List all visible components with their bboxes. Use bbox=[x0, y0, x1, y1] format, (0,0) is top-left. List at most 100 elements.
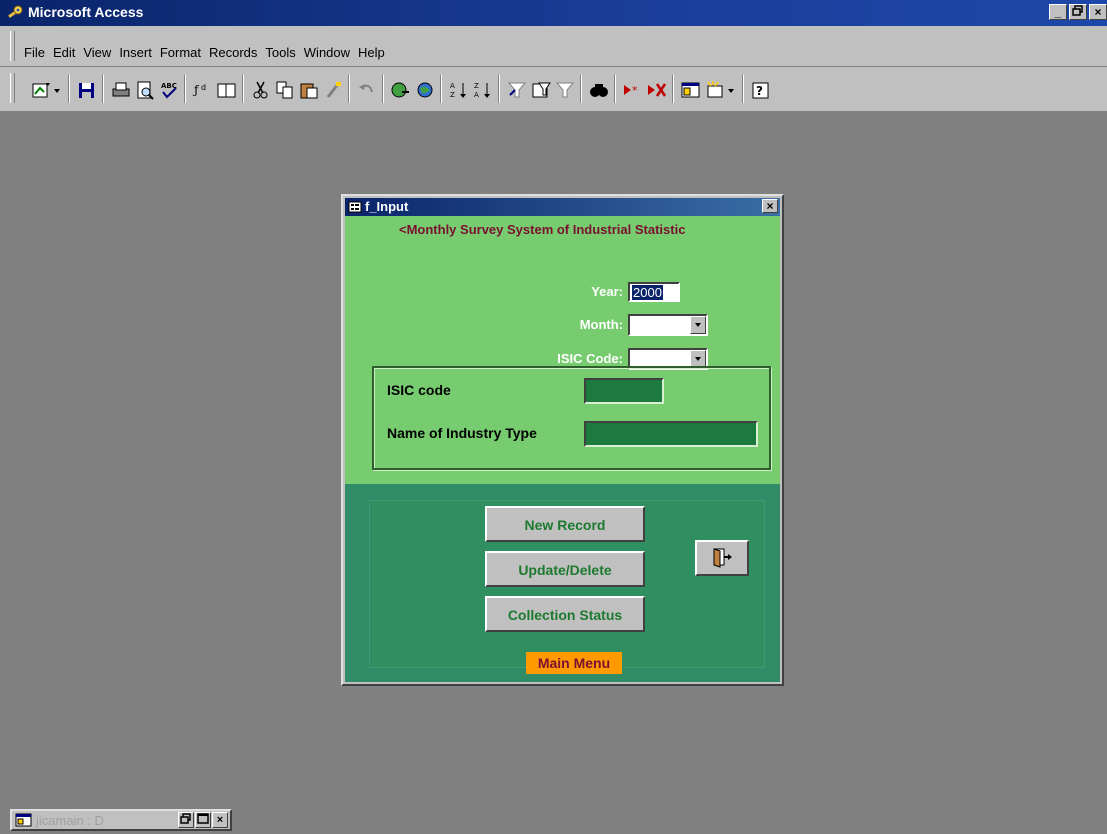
toolbar-separator bbox=[672, 75, 674, 103]
close-button[interactable]: × bbox=[1089, 4, 1107, 20]
chevron-down-icon[interactable] bbox=[690, 316, 706, 334]
undo-icon[interactable] bbox=[356, 80, 378, 100]
restore-icon bbox=[180, 813, 191, 824]
chevron-down-icon[interactable] bbox=[726, 80, 736, 100]
find-icon[interactable] bbox=[588, 80, 610, 100]
exit-door-icon bbox=[713, 548, 732, 568]
copy-icon[interactable] bbox=[274, 80, 296, 100]
menu-edit[interactable]: Edit bbox=[49, 45, 79, 60]
isic-code-label: ISIC Code: bbox=[557, 351, 623, 366]
svg-text:Z: Z bbox=[474, 82, 479, 90]
menu-records[interactable]: Records bbox=[205, 45, 261, 60]
spelling-icon[interactable]: ABC bbox=[158, 80, 180, 100]
sort-ascending-icon[interactable]: AZ bbox=[448, 80, 470, 100]
menu-view[interactable]: View bbox=[79, 45, 115, 60]
access-key-icon bbox=[8, 5, 23, 18]
help-icon[interactable]: ? bbox=[750, 80, 772, 100]
toolbar: ABC ƒd AZ ZA * ? bbox=[0, 67, 1107, 112]
menu-insert[interactable]: Insert bbox=[115, 45, 156, 60]
menu-window[interactable]: Window bbox=[300, 45, 354, 60]
design-view-icon[interactable] bbox=[30, 80, 52, 100]
maximize-icon bbox=[197, 813, 209, 824]
insert-hyperlink-icon[interactable] bbox=[390, 80, 412, 100]
menu-tools[interactable]: Tools bbox=[261, 45, 299, 60]
collection-status-button[interactable]: Collection Status bbox=[485, 596, 645, 632]
apply-filter-icon[interactable] bbox=[554, 80, 576, 100]
chevron-down-icon[interactable] bbox=[52, 80, 62, 100]
main-menu-label[interactable]: Main Menu bbox=[526, 652, 622, 674]
web-toolbar-icon[interactable] bbox=[414, 80, 436, 100]
toolbar-grip[interactable] bbox=[10, 73, 15, 103]
paste-icon[interactable] bbox=[298, 80, 320, 100]
form-icon bbox=[348, 201, 362, 213]
menu-file[interactable]: File bbox=[20, 45, 49, 60]
close-button[interactable]: × bbox=[212, 812, 228, 828]
toolbar-separator bbox=[742, 75, 744, 103]
year-label: Year: bbox=[591, 284, 623, 299]
month-combo[interactable] bbox=[628, 314, 708, 336]
toolbar-separator bbox=[614, 75, 616, 103]
form-title: f_Input bbox=[365, 199, 409, 214]
app-title-bar: Microsoft Access _ × bbox=[0, 0, 1107, 26]
toolbar-separator bbox=[440, 75, 442, 103]
menu-bar: File Edit View Insert Format Records Too… bbox=[0, 26, 1107, 67]
toolbar-separator bbox=[382, 75, 384, 103]
minimized-window-title: jicamain : D bbox=[36, 813, 104, 828]
restore-button[interactable] bbox=[178, 812, 194, 828]
svg-text:d: d bbox=[201, 83, 206, 92]
app-title: Microsoft Access bbox=[28, 4, 144, 20]
minimized-database-window[interactable]: jicamain : D × bbox=[10, 809, 232, 831]
save-icon[interactable] bbox=[76, 80, 98, 100]
cut-icon[interactable] bbox=[250, 80, 272, 100]
toolbar-separator bbox=[580, 75, 582, 103]
toolbar-separator bbox=[242, 75, 244, 103]
svg-text:A: A bbox=[474, 91, 479, 99]
svg-text:?: ? bbox=[756, 84, 763, 98]
new-record-button[interactable]: New Record bbox=[485, 506, 645, 542]
month-label: Month: bbox=[579, 317, 623, 332]
restore-button[interactable] bbox=[1069, 4, 1087, 20]
toolbar-separator bbox=[184, 75, 186, 103]
form-title-bar[interactable]: f_Input × bbox=[345, 198, 780, 216]
svg-text:Z: Z bbox=[450, 91, 455, 99]
database-icon bbox=[15, 813, 32, 827]
print-icon[interactable] bbox=[110, 80, 132, 100]
update-delete-button[interactable]: Update/Delete bbox=[485, 551, 645, 587]
minimize-button[interactable]: _ bbox=[1049, 4, 1067, 20]
svg-text:A: A bbox=[450, 82, 455, 90]
new-record-icon[interactable]: * bbox=[622, 80, 644, 100]
form-detail-section: <Monthly Survey System of Industrial Sta… bbox=[345, 216, 780, 484]
format-painter-icon[interactable] bbox=[322, 80, 344, 100]
year-value: 2000 bbox=[632, 285, 663, 300]
year-input[interactable]: 2000 bbox=[628, 282, 680, 302]
form-subtitle: <Monthly Survey System of Industrial Sta… bbox=[399, 222, 686, 237]
new-object-icon[interactable] bbox=[704, 80, 726, 100]
svg-text:ƒ: ƒ bbox=[192, 83, 200, 97]
isic-info-frame: ISIC code Name of Industry Type bbox=[372, 366, 771, 470]
database-window-icon[interactable] bbox=[680, 80, 702, 100]
toolbar-separator bbox=[348, 75, 350, 103]
industry-type-label: Name of Industry Type bbox=[387, 425, 537, 441]
filter-by-selection-icon[interactable] bbox=[506, 80, 528, 100]
office-links-icon[interactable]: ƒd bbox=[192, 80, 214, 100]
isic-code-field[interactable] bbox=[584, 378, 664, 404]
analyze-icon[interactable] bbox=[216, 80, 238, 100]
isic-code-field-label: ISIC code bbox=[387, 382, 451, 398]
sort-descending-icon[interactable]: ZA bbox=[472, 80, 494, 100]
industry-type-field[interactable] bbox=[584, 421, 758, 447]
delete-record-icon[interactable] bbox=[646, 80, 668, 100]
form-window: f_Input × <Monthly Survey System of Indu… bbox=[341, 194, 784, 686]
toolbar-separator bbox=[102, 75, 104, 103]
toolbar-separator bbox=[68, 75, 70, 103]
print-preview-icon[interactable] bbox=[134, 80, 156, 100]
toolbar-separator bbox=[498, 75, 500, 103]
filter-by-form-icon[interactable] bbox=[530, 80, 552, 100]
menu-format[interactable]: Format bbox=[156, 45, 205, 60]
svg-text:*: * bbox=[632, 84, 638, 97]
restore-icon bbox=[1072, 5, 1083, 16]
exit-button[interactable] bbox=[695, 540, 749, 576]
form-close-button[interactable]: × bbox=[762, 199, 778, 213]
menu-help[interactable]: Help bbox=[354, 45, 389, 60]
menu-grip[interactable] bbox=[10, 31, 15, 61]
maximize-button[interactable] bbox=[195, 812, 211, 828]
